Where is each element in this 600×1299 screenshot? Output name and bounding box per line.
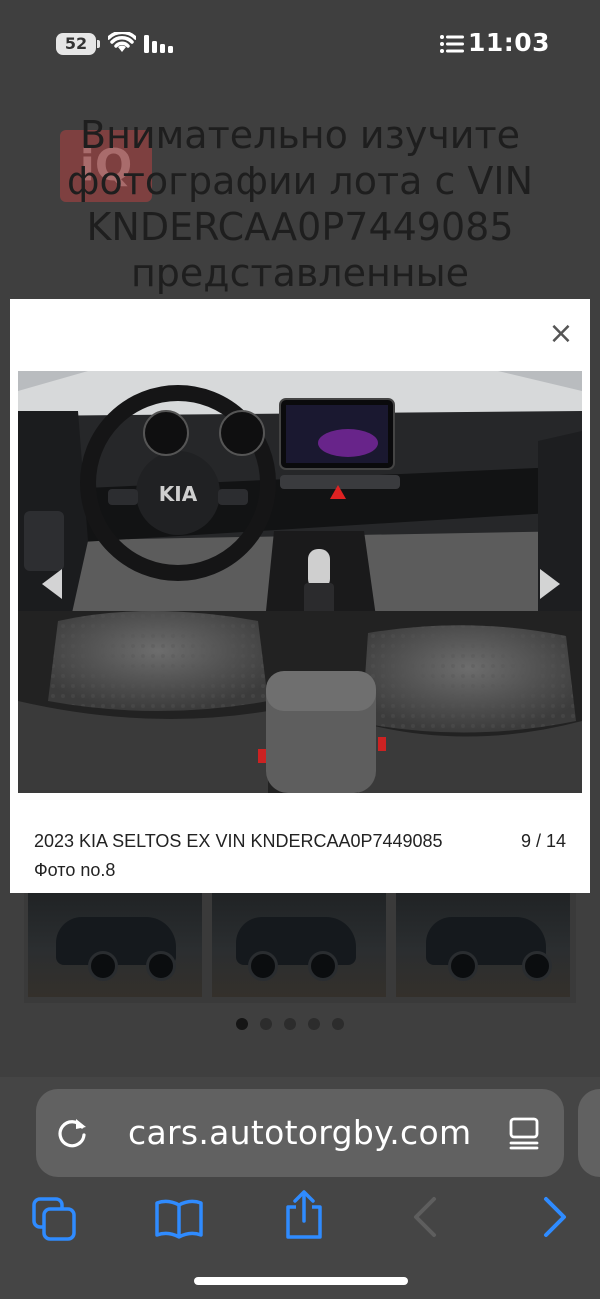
carousel-dot[interactable] [308,1018,320,1030]
previous-photo-arrow[interactable] [40,567,64,601]
interior-illustration: KIA [18,371,582,793]
tabs-icon[interactable] [30,1195,78,1243]
carousel-dots [236,1018,344,1030]
reload-icon[interactable] [54,1115,90,1151]
thumbnail-strip [24,893,576,1003]
carousel-dot[interactable] [260,1018,272,1030]
next-photo-arrow[interactable] [538,567,562,601]
cellular-signal-icon [144,35,173,53]
carousel-dot[interactable] [284,1018,296,1030]
back-icon[interactable] [410,1195,440,1239]
photo-lightbox: × KIA 2023 KIA SELTOS EX VIN KNDERCAA0P7… [10,299,590,893]
next-tab-preview[interactable] [578,1089,600,1177]
page-heading: Внимательно изучите фотографии лота с VI… [66,113,534,295]
bookmarks-icon[interactable] [154,1195,204,1243]
status-bar: 52 11:03 [0,0,600,90]
thumbnail[interactable] [396,893,570,997]
wifi-icon [108,32,136,52]
carousel-dot[interactable] [332,1018,344,1030]
url-text[interactable]: cars.autotorgby.com [128,1113,471,1152]
status-time: 11:03 [468,28,551,57]
thumbnail[interactable] [212,893,386,997]
battery-icon: 52 [56,33,100,55]
home-indicator[interactable] [194,1277,408,1285]
carousel-dot[interactable] [236,1018,248,1030]
close-button[interactable]: × [546,319,576,349]
forward-icon[interactable] [540,1195,570,1239]
svg-text:KIA: KIA [159,482,198,506]
page-menu-icon[interactable] [506,1115,542,1151]
browser-bottom-bar: cars.autotorgby.com [0,1077,600,1299]
share-icon[interactable] [282,1189,326,1241]
photo-counter: 9 / 14 [520,831,566,851]
focus-list-icon [440,35,464,53]
car-interior-photo: KIA [18,371,582,793]
thumbnail[interactable] [28,893,202,997]
photo-caption: 2023 KIA SELTOS EX VIN KNDERCAA0P7449085… [34,831,443,880]
address-bar[interactable]: cars.autotorgby.com [36,1089,564,1177]
